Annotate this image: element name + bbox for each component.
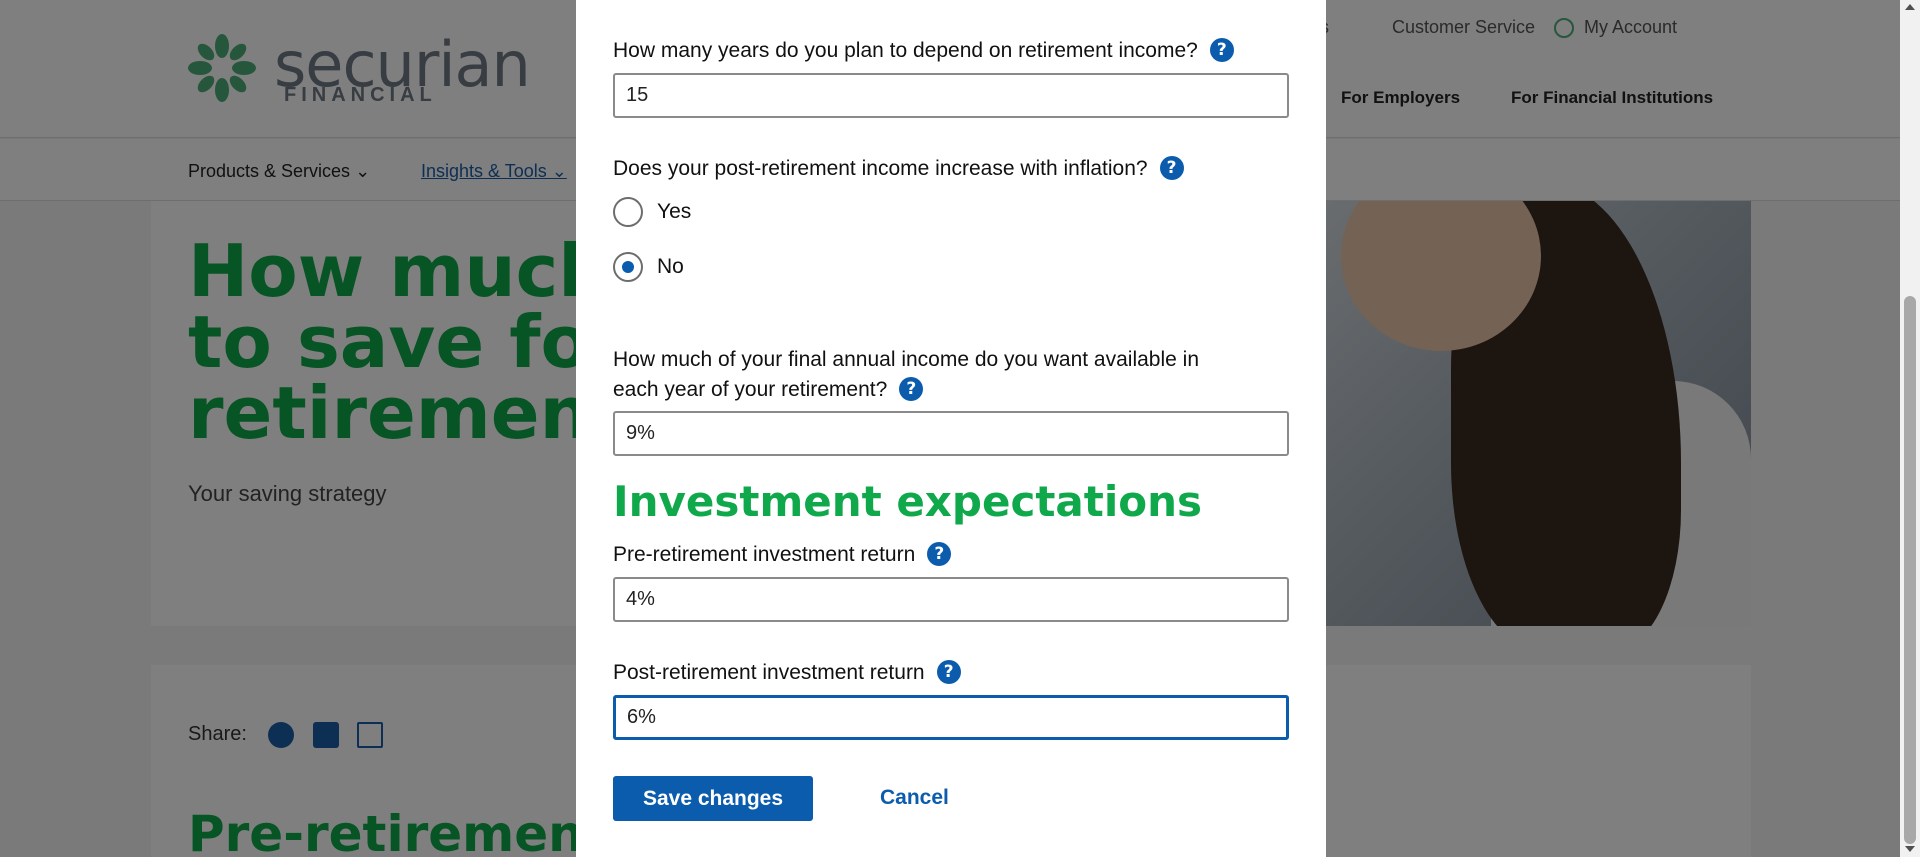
post-return-label: Post-retirement investment return [613, 661, 925, 684]
income-question: How much of your final annual income do … [613, 345, 1293, 405]
inflation-option-no[interactable]: No [613, 252, 684, 282]
post-return-question: Post-retirement investment return? [613, 658, 961, 688]
years-input[interactable] [613, 73, 1289, 118]
scrollbar-thumb[interactable] [1904, 296, 1916, 844]
post-return-input[interactable] [613, 695, 1289, 740]
page-scrollbar[interactable] [1900, 0, 1920, 857]
inflation-help-icon[interactable]: ? [1159, 156, 1184, 180]
pre-return-help-icon[interactable]: ? [927, 542, 952, 566]
inflation-question-label: Does your post-retirement income increas… [613, 157, 1148, 180]
retirement-settings-modal: How many years do you plan to depend on … [576, 0, 1326, 857]
scroll-down-arrow-icon[interactable] [1905, 846, 1915, 852]
cancel-button[interactable]: Cancel [880, 786, 949, 810]
no-radio-label: No [657, 255, 684, 278]
yes-radio[interactable] [613, 197, 643, 227]
income-percent-input[interactable] [613, 411, 1289, 456]
pre-return-question: Pre-retirement investment return? [613, 540, 952, 570]
income-question-line1: How much of your final annual income do … [613, 348, 1200, 371]
inflation-option-yes[interactable]: Yes [613, 197, 691, 227]
pre-return-input[interactable] [613, 577, 1289, 622]
investment-expectations-heading: Investment expectations [613, 477, 1202, 526]
scroll-up-arrow-icon[interactable] [1905, 4, 1915, 10]
yes-radio-label: Yes [657, 200, 692, 223]
pre-return-label: Pre-retirement investment return [613, 543, 916, 566]
years-question-label: How many years do you plan to depend on … [613, 39, 1198, 62]
save-changes-button[interactable]: Save changes [613, 776, 813, 821]
inflation-question: Does your post-retirement income increas… [613, 154, 1184, 184]
no-radio[interactable] [613, 252, 643, 282]
post-return-help-icon[interactable]: ? [936, 660, 961, 684]
income-help-icon[interactable]: ? [899, 377, 924, 401]
years-help-icon[interactable]: ? [1209, 38, 1234, 62]
income-question-line2: each year of your retirement? [613, 378, 888, 401]
years-question: How many years do you plan to depend on … [613, 36, 1234, 66]
